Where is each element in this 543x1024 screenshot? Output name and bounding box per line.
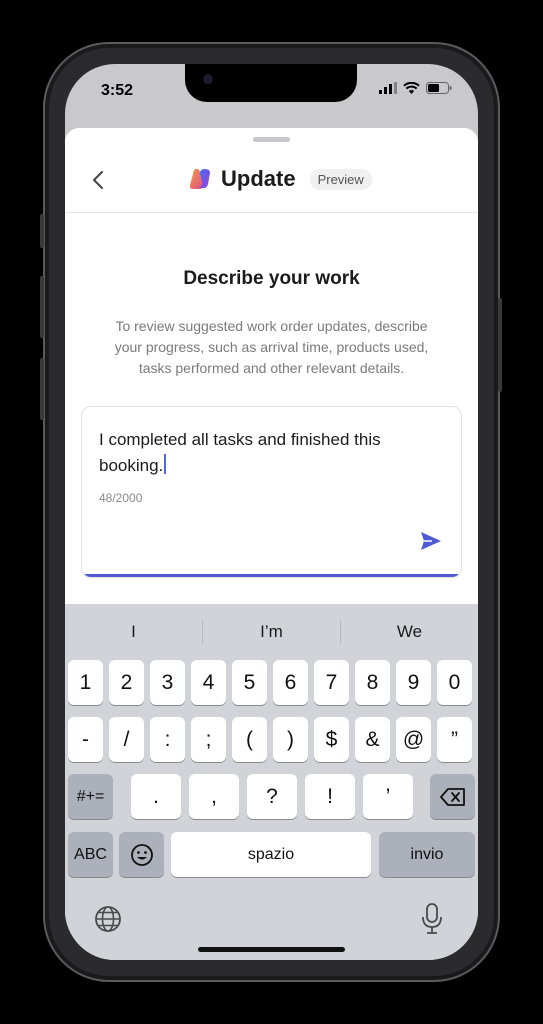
key-8[interactable]: 8: [355, 660, 390, 705]
key-dollar[interactable]: $: [314, 717, 349, 762]
key-apostrophe[interactable]: ’: [363, 774, 413, 819]
key-more-symbols[interactable]: #+=: [68, 774, 113, 819]
status-time: 3:52: [101, 82, 134, 99]
input-focus-underline: [82, 574, 461, 577]
emoji-icon: [130, 843, 153, 866]
key-open-paren[interactable]: (: [232, 717, 267, 762]
suggestion-2[interactable]: I’m: [203, 622, 340, 642]
volume-up-button: [40, 276, 44, 338]
keyboard: I I’m We 1 2 3 4 5 6 7 8 9 0 - / : ; ( )…: [65, 604, 478, 960]
emoji-key[interactable]: [119, 832, 164, 877]
key-abc[interactable]: ABC: [68, 832, 113, 877]
key-quote[interactable]: ”: [437, 717, 472, 762]
return-key[interactable]: invio: [379, 832, 475, 877]
key-ampersand[interactable]: &: [355, 717, 390, 762]
key-comma[interactable]: ,: [189, 774, 239, 819]
keyboard-row-bottom: ABC spazio invio: [65, 832, 478, 877]
section-heading: Describe your work: [183, 268, 360, 289]
key-0[interactable]: 0: [437, 660, 472, 705]
copilot-logo-icon: [189, 168, 210, 189]
preview-badge: Preview: [309, 168, 372, 190]
text-caret: [164, 454, 167, 474]
volume-down-button: [40, 358, 44, 420]
key-slash[interactable]: /: [109, 717, 144, 762]
key-exclamation[interactable]: !: [305, 774, 355, 819]
status-icons: [379, 82, 452, 94]
key-close-paren[interactable]: ): [273, 717, 308, 762]
globe-icon[interactable]: [93, 904, 123, 934]
keyboard-row-symbols: - / : ; ( ) $ & @ ”: [65, 717, 478, 762]
key-colon[interactable]: :: [150, 717, 185, 762]
character-counter: 48/2000: [99, 491, 143, 505]
screen: 3: 5 2 Update Preview Describe your work T…: [65, 64, 478, 960]
back-chevron-icon[interactable]: [87, 168, 111, 192]
suggestion-3[interactable]: We: [341, 622, 478, 642]
key-semicolon[interactable]: ;: [191, 717, 226, 762]
keyboard-row-punctuation: #+= . , ? ! ’: [65, 774, 478, 819]
power-button: [498, 298, 502, 392]
send-icon[interactable]: [419, 529, 443, 553]
key-4[interactable]: 4: [191, 660, 226, 705]
key-question[interactable]: ?: [247, 774, 297, 819]
suggestion-1[interactable]: I: [65, 622, 202, 642]
microphone-icon[interactable]: [420, 902, 444, 936]
home-indicator[interactable]: [198, 947, 345, 952]
input-value: I completed all tasks and finished this …: [99, 430, 381, 475]
page-title: Update: [221, 166, 296, 191]
space-key[interactable]: spazio: [171, 832, 371, 877]
key-at[interactable]: @: [396, 717, 431, 762]
key-2[interactable]: 2: [109, 660, 144, 705]
backspace-key[interactable]: [430, 774, 475, 819]
wifi-icon: [403, 82, 420, 94]
backspace-icon: [439, 787, 465, 806]
key-6[interactable]: 6: [273, 660, 308, 705]
sheet-grabber[interactable]: [253, 137, 290, 142]
keyboard-row-numbers: 1 2 3 4 5 6 7 8 9 0: [65, 660, 478, 705]
section-description: To review suggested work order updates, …: [114, 318, 429, 376]
key-1[interactable]: 1: [68, 660, 103, 705]
input-text[interactable]: I completed all tasks and finished this …: [99, 427, 439, 479]
title-group: Update Preview: [187, 166, 372, 192]
sheet-header: Update Preview: [65, 156, 478, 213]
notch: [185, 64, 357, 102]
key-5[interactable]: 5: [232, 660, 267, 705]
key-3[interactable]: 3: [150, 660, 185, 705]
suggestion-bar: I I’m We: [65, 604, 478, 660]
mute-switch: [40, 214, 44, 248]
key-hyphen[interactable]: -: [68, 717, 103, 762]
signal-icon: [379, 82, 397, 94]
key-7[interactable]: 7: [314, 660, 349, 705]
camera: [203, 74, 213, 84]
key-9[interactable]: 9: [396, 660, 431, 705]
key-period[interactable]: .: [131, 774, 181, 819]
battery-icon: [426, 82, 452, 94]
work-description-input[interactable]: I completed all tasks and finished this …: [81, 406, 462, 578]
